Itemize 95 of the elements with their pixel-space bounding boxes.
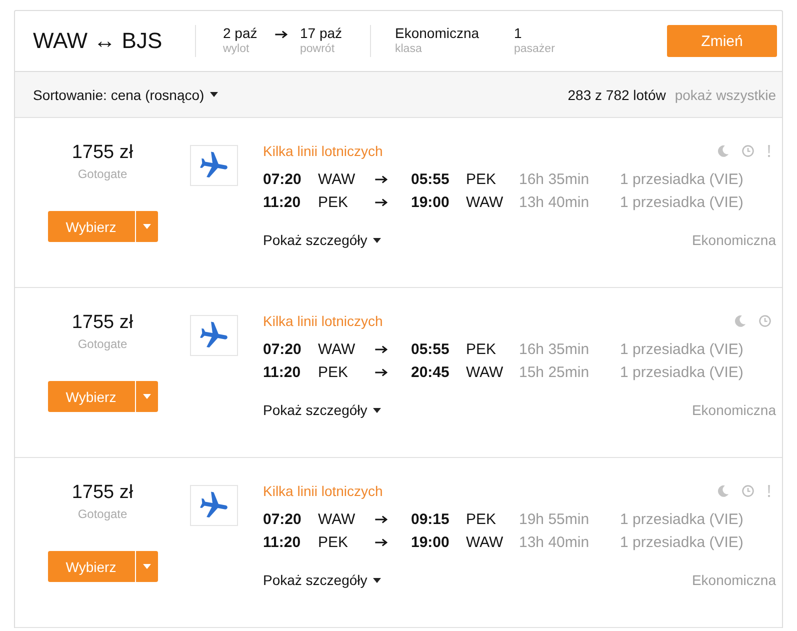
provider-name: Gotogate xyxy=(78,167,128,182)
caret-icon xyxy=(210,92,218,97)
result-count: 283 z 782 lotów xyxy=(568,86,666,102)
select-button[interactable]: Wybierz xyxy=(48,381,134,412)
caret-icon xyxy=(373,578,382,582)
flight-duration: 16h 35min xyxy=(519,341,590,358)
stops-info: 1 przesiadka (VIE) xyxy=(620,511,744,528)
cabin-value: Ekonomiczna xyxy=(395,25,480,42)
arrow-icon xyxy=(375,515,388,524)
plane-icon xyxy=(190,145,238,186)
arrow-icon xyxy=(375,175,388,184)
price: 1755 zł xyxy=(72,312,134,334)
flight-duration: 15h 25min xyxy=(519,364,590,381)
stops-info: 1 przesiadka (VIE) xyxy=(620,341,744,358)
details-toggle[interactable]: Pokaż szczegóły xyxy=(263,232,382,248)
arrival-time: 19:00 xyxy=(411,534,450,551)
clock-icon xyxy=(759,315,771,327)
select-button[interactable]: Wybierz xyxy=(48,211,134,242)
departure-time: 11:20 xyxy=(263,364,301,381)
arrival-time: 05:55 xyxy=(411,341,450,358)
select-dropdown-button[interactable] xyxy=(136,381,158,412)
cabin-class: Ekonomiczna xyxy=(692,402,776,418)
arrow-icon xyxy=(375,345,388,354)
alert-icon xyxy=(767,485,771,497)
arrival-airport: WAW xyxy=(466,534,504,551)
select-dropdown-button[interactable] xyxy=(136,211,158,242)
cabin-class: Ekonomiczna xyxy=(692,572,776,588)
date-label: wylot xyxy=(223,42,250,57)
arrival-time: 20:45 xyxy=(411,364,450,381)
select-button[interactable]: Wybierz xyxy=(48,551,134,582)
arrow-icon xyxy=(375,538,388,547)
cabin-class: Ekonomiczna xyxy=(692,232,776,248)
change-button[interactable]: Zmień xyxy=(667,25,777,57)
plane-icon xyxy=(190,485,238,526)
date-label: powrót xyxy=(300,42,336,57)
arrival-airport: WAW xyxy=(466,194,504,211)
provider-name: Gotogate xyxy=(78,507,128,522)
price: 1755 zł xyxy=(72,142,134,164)
plane-icon xyxy=(190,315,238,356)
airline-name: Kilka linii lotniczych xyxy=(263,312,383,330)
moon-icon xyxy=(717,485,729,497)
departure-airport: PEK xyxy=(318,534,348,551)
passenger-label: pasażer xyxy=(514,42,555,57)
caret-icon xyxy=(142,394,150,399)
select-dropdown-button[interactable] xyxy=(136,551,158,582)
departure-time: 11:20 xyxy=(263,194,301,211)
caret-icon xyxy=(373,408,382,412)
departure-airport: PEK xyxy=(318,194,348,211)
flight-duration: 13h 40min xyxy=(519,194,590,211)
show-all-link[interactable]: pokaż wszystkie xyxy=(674,86,776,102)
caret-icon xyxy=(142,564,150,569)
arrow-icon xyxy=(375,368,388,377)
cabin-label: klasa xyxy=(395,42,423,57)
stops-info: 1 przesiadka (VIE) xyxy=(620,194,744,211)
departure-airport: PEK xyxy=(318,364,348,381)
stops-info: 1 przesiadka (VIE) xyxy=(620,171,744,188)
arrival-airport: WAW xyxy=(466,364,504,381)
clock-icon xyxy=(742,485,754,497)
arrival-time: 09:15 xyxy=(411,511,450,528)
flight-duration: 13h 40min xyxy=(519,534,590,551)
departure-airport: WAW xyxy=(318,341,356,358)
departure-time: 11:20 xyxy=(263,534,301,551)
arrival-airport: PEK xyxy=(466,341,496,358)
departure-airport: WAW xyxy=(318,511,356,528)
caret-icon xyxy=(373,238,382,242)
departure-airport: WAW xyxy=(318,171,356,188)
flight-duration: 16h 35min xyxy=(519,171,590,188)
sort-dropdown[interactable]: Sortowanie: cena (rosnąco) xyxy=(33,86,218,102)
departure-time: 07:20 xyxy=(263,511,302,528)
arrival-airport: PEK xyxy=(466,511,496,528)
stops-info: 1 przesiadka (VIE) xyxy=(620,534,744,551)
alert-icon xyxy=(767,145,771,157)
arrow-icon xyxy=(375,198,388,207)
moon-icon xyxy=(734,315,746,327)
passenger-count: 1 xyxy=(514,25,523,42)
moon-icon xyxy=(717,145,729,157)
arrow-icon xyxy=(275,30,288,39)
details-toggle[interactable]: Pokaż szczegóły xyxy=(263,572,382,588)
airline-name: Kilka linii lotniczych xyxy=(263,482,383,500)
date-value: 17 paź xyxy=(300,25,342,42)
price: 1755 zł xyxy=(72,482,134,504)
provider-name: Gotogate xyxy=(78,337,128,352)
airline-name: Kilka linii lotniczych xyxy=(263,142,383,160)
arrival-time: 19:00 xyxy=(411,194,450,211)
arrival-airport: PEK xyxy=(466,171,496,188)
stops-info: 1 przesiadka (VIE) xyxy=(620,364,744,381)
date-value: 2 paź xyxy=(223,25,258,42)
caret-icon xyxy=(142,224,150,229)
flight-duration: 19h 55min xyxy=(519,511,590,528)
clock-icon xyxy=(742,145,754,157)
details-toggle[interactable]: Pokaż szczegóły xyxy=(263,402,382,418)
departure-time: 07:20 xyxy=(263,341,302,358)
route-title: WAW ↔ BJS xyxy=(33,28,164,54)
departure-time: 07:20 xyxy=(263,171,302,188)
arrival-time: 05:55 xyxy=(411,171,450,188)
